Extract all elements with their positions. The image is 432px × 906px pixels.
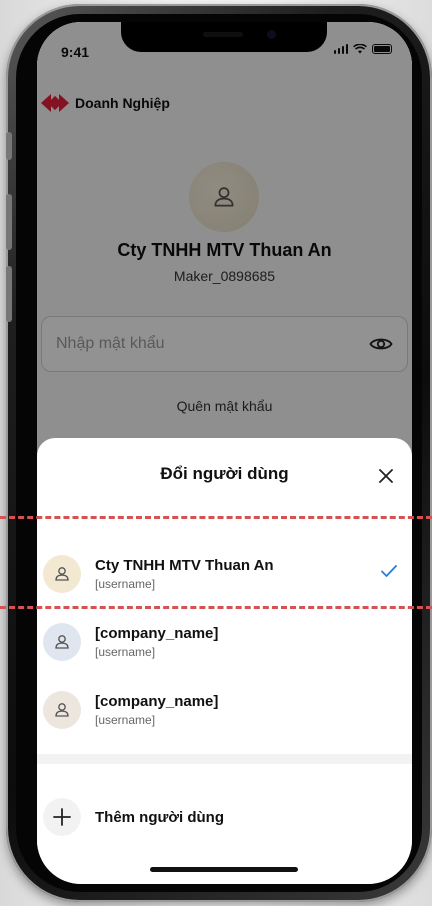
account-avatar xyxy=(43,691,81,729)
add-user-icon-wrap xyxy=(43,798,81,836)
account-name: Cty TNHH MTV Thuan An xyxy=(95,557,274,574)
home-indicator xyxy=(150,867,298,872)
user-icon xyxy=(55,567,69,581)
screen: 9:41 Doanh Nghiệp Cty TNHH MTV Thuan An … xyxy=(37,22,412,884)
highlight-dash-bottom xyxy=(0,606,432,609)
account-item[interactable]: Cty TNHH MTV Thuan An [username] xyxy=(37,542,412,606)
plus-icon xyxy=(53,808,71,826)
user-icon xyxy=(55,703,69,717)
user-icon xyxy=(55,635,69,649)
volume-up-button xyxy=(6,194,12,250)
volume-down-button xyxy=(6,266,12,322)
account-name: [company_name] xyxy=(95,625,219,642)
close-icon xyxy=(379,469,393,483)
account-username: [username] xyxy=(95,713,156,727)
highlight-dash-top xyxy=(0,516,432,519)
close-button[interactable] xyxy=(374,464,398,488)
checkmark-icon xyxy=(381,565,397,577)
mute-switch xyxy=(6,132,12,160)
switch-user-sheet: Đổi người dùng Cty TNHH MTV Thuan An [us… xyxy=(37,438,412,884)
account-username: [username] xyxy=(95,645,156,659)
account-item[interactable]: [company_name] [username] xyxy=(37,610,412,674)
account-name: [company_name] xyxy=(95,693,219,710)
section-divider xyxy=(37,754,412,764)
account-avatar xyxy=(43,555,81,593)
account-avatar xyxy=(43,623,81,661)
add-user-label: Thêm người dùng xyxy=(95,808,225,826)
add-user-button[interactable]: Thêm người dùng xyxy=(37,792,412,842)
sheet-title: Đổi người dùng xyxy=(160,464,289,483)
account-item[interactable]: [company_name] [username] xyxy=(37,678,412,742)
account-username: [username] xyxy=(95,577,156,591)
